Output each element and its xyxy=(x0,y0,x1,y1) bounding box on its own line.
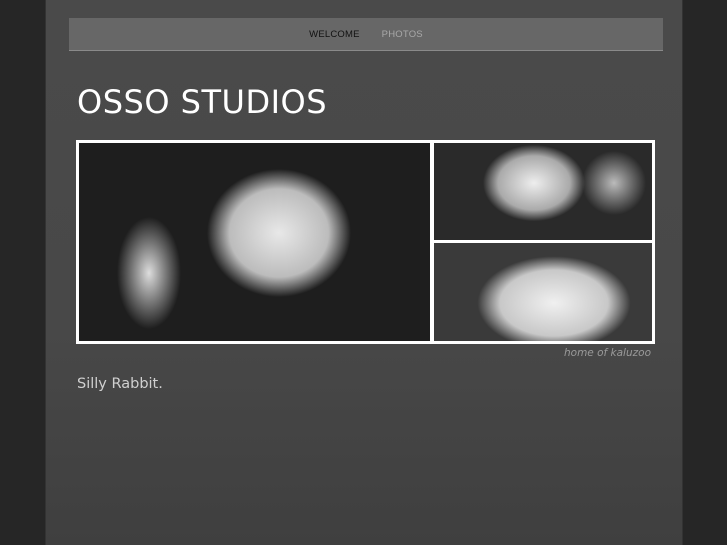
content-column: WELCOME PHOTOS OSSO STUDIOS home of kalu… xyxy=(45,0,683,545)
rabbit-photo-top-right xyxy=(434,143,652,240)
nav-item-photos[interactable]: PHOTOS xyxy=(382,29,423,40)
body-text: Silly Rabbit. xyxy=(77,376,163,392)
banner-image-collage xyxy=(76,140,655,344)
site-title: OSSO STUDIOS xyxy=(77,83,328,121)
nav-item-welcome[interactable]: WELCOME xyxy=(309,29,360,40)
rabbit-photo-bottom-right xyxy=(434,243,652,341)
rabbit-photo-large xyxy=(79,143,430,341)
nav-bar: WELCOME PHOTOS xyxy=(69,18,663,51)
banner-caption: home of kaluzoo xyxy=(563,347,651,359)
